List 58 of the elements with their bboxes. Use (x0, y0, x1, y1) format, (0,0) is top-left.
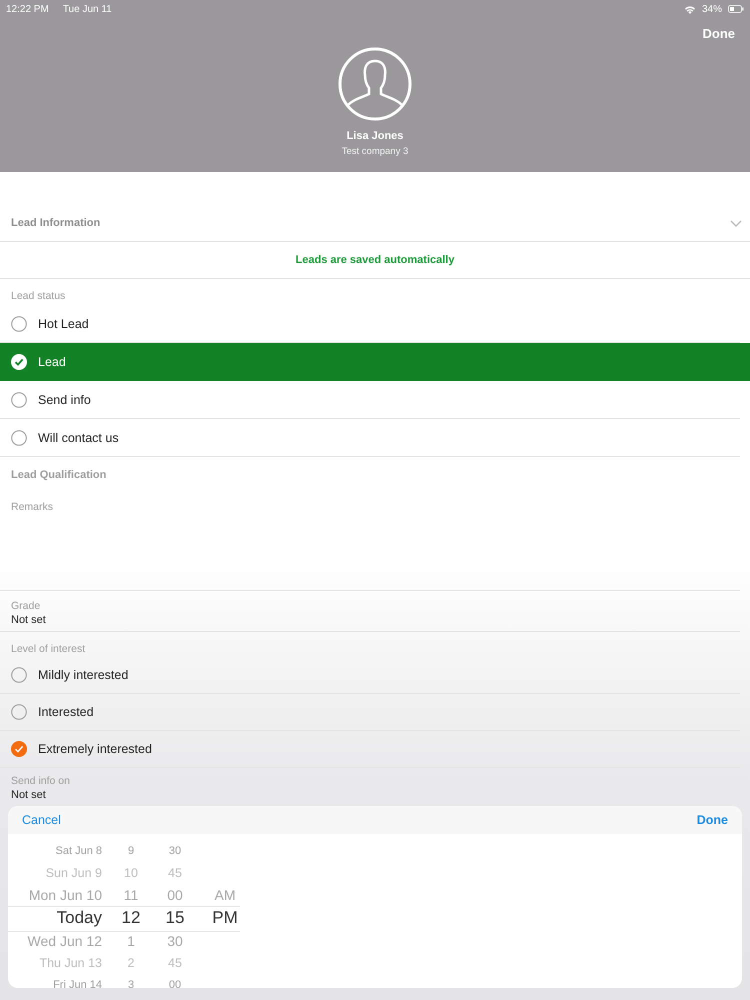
picker-item[interactable]: 9 (128, 840, 134, 862)
picker-item[interactable]: 12 (122, 906, 140, 930)
field-label: Remarks (11, 501, 54, 513)
done-button[interactable]: Done (696, 813, 728, 827)
field-label: Grade (11, 600, 42, 612)
picker-item[interactable]: 3 (128, 974, 134, 988)
avatar-icon (338, 47, 412, 121)
picker-item[interactable]: AM (214, 884, 236, 906)
field-value[interactable]: Not set (11, 614, 729, 626)
status-date: Tue Jun 11 (62, 4, 112, 14)
picker-item[interactable]: PM (212, 906, 238, 930)
picker-item[interactable]: 30 (168, 840, 182, 862)
cancel-button[interactable]: Cancel (22, 813, 61, 827)
picker-item[interactable]: 2 (128, 952, 134, 974)
interest-option[interactable]: Mildly interested (0, 657, 740, 694)
company-name: Test company 3 (342, 146, 408, 157)
picker-item[interactable]: Wed Jun 12 (28, 930, 102, 952)
contact-name: Lisa Jones (346, 130, 404, 142)
picker-item[interactable]: Mon Jun 10 (28, 884, 102, 906)
radio-icon (11, 392, 27, 408)
field-label: Send info on (11, 775, 71, 787)
checkmark-icon (11, 741, 27, 757)
status-time: 12:22 PM (6, 4, 49, 14)
section-heading: Lead Qualification (10, 468, 108, 483)
picker-item[interactable]: 11 (124, 884, 138, 906)
picker-item[interactable]: Sat Jun 8 (56, 840, 102, 862)
picker-item[interactable]: Thu Jun 13 (39, 952, 102, 974)
radio-icon (11, 704, 27, 720)
picker-item[interactable]: 00 (168, 974, 182, 988)
field-label: Level of interest (10, 642, 86, 657)
autosave-notice: Leads are saved automatically (296, 254, 454, 266)
wifi-icon (684, 4, 696, 14)
picker-item[interactable]: 15 (166, 906, 184, 930)
lead-status-option[interactable]: Send info (0, 381, 740, 419)
picker-item[interactable]: 10 (124, 862, 138, 884)
lead-status-option[interactable]: Will contact us (0, 419, 740, 457)
picker-item[interactable]: 00 (167, 884, 183, 906)
done-button[interactable]: Done (702, 26, 735, 41)
field-value[interactable]: Not set (11, 789, 729, 801)
picker-item[interactable]: 30 (167, 930, 183, 952)
battery-icon (728, 5, 744, 13)
picker-item[interactable]: 45 (168, 862, 182, 884)
picker-item[interactable]: 45 (168, 952, 182, 974)
section-title: Lead Information (11, 217, 100, 229)
radio-icon (11, 316, 27, 332)
lead-status-option[interactable]: Lead (0, 343, 750, 381)
field-label: Lead status (10, 289, 66, 304)
battery-percent: 34% (702, 4, 722, 14)
picker-item[interactable]: Fri Jun 14 (53, 974, 102, 988)
checkmark-icon (11, 354, 27, 370)
picker-item[interactable]: 1 (127, 930, 135, 952)
radio-icon (11, 430, 27, 446)
picker-item[interactable]: Today (56, 906, 102, 930)
radio-icon (11, 667, 27, 683)
chevron-down-icon[interactable] (730, 220, 742, 226)
picker-item[interactable]: Sun Jun 9 (46, 862, 102, 884)
interest-option[interactable]: Extremely interested (0, 731, 740, 768)
interest-option[interactable]: Interested (0, 694, 740, 731)
